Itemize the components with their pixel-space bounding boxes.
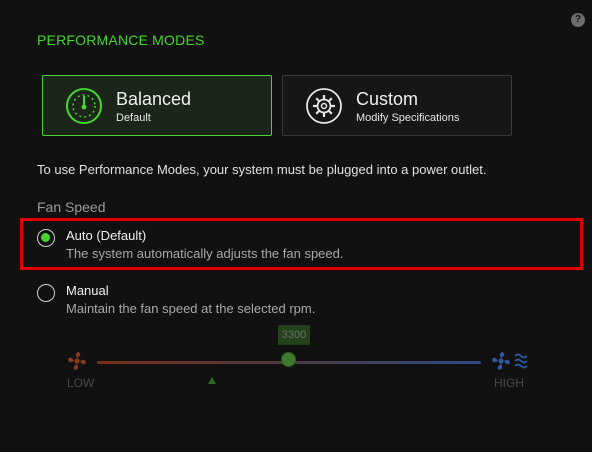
gear-icon [306,88,342,124]
power-notice: To use Performance Modes, your system mu… [37,162,487,177]
mode-card-balanced[interactable]: Balanced Default [42,75,272,136]
help-icon[interactable]: ? [571,13,585,27]
mode-subtitle: Modify Specifications [356,112,460,124]
highlight-box [20,218,583,270]
radio-manual[interactable] [37,284,55,302]
fan-option-manual[interactable]: Manual Maintain the fan speed at the sel… [37,283,557,319]
fan-speed-slider-thumb[interactable] [281,352,296,367]
mode-card-custom[interactable]: Custom Modify Specifications [282,75,512,136]
mode-name: Custom [356,89,419,109]
fan-speed-label: Fan Speed [37,199,106,215]
fan-cool-icon [492,352,528,370]
mode-subtitle: Default [116,112,151,124]
fan-option-description: Maintain the fan speed at the selected r… [66,301,316,316]
slider-low-label: LOW [67,376,95,390]
fan-option-title: Manual [66,283,109,298]
slider-value-tooltip: 3300 [278,325,310,345]
default-speed-marker [208,377,216,384]
section-title: PERFORMANCE MODES [37,32,205,48]
speedometer-icon [66,88,102,124]
slider-high-label: HIGH [494,376,524,390]
fan-warm-icon [68,352,86,370]
mode-name: Balanced [116,89,192,109]
